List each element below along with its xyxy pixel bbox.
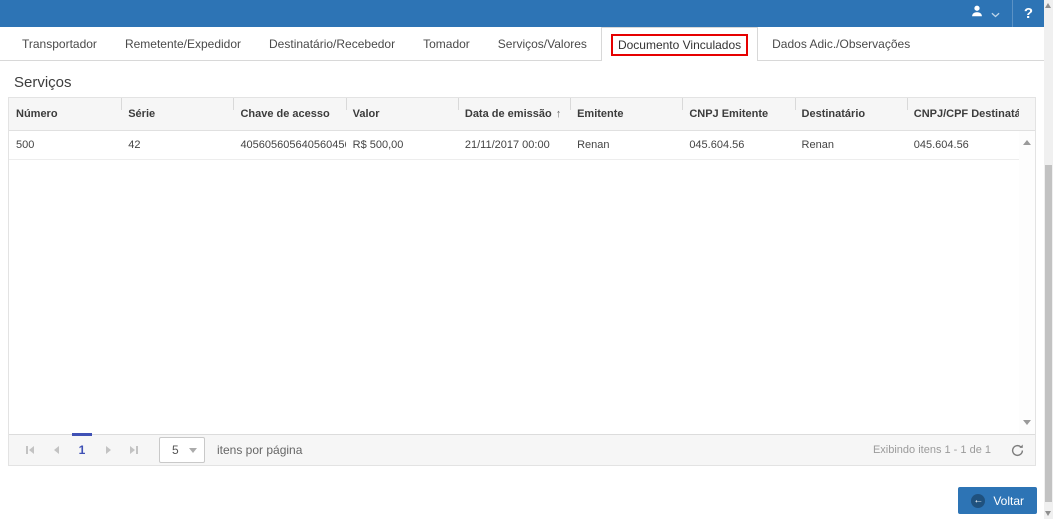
cell-chave-de-acesso: 40560560564056045640650... — [240, 139, 345, 151]
highlight-annotation-box: Documento Vinculados — [610, 33, 749, 56]
column-header-serie[interactable]: Série — [121, 98, 233, 130]
column-header-destinatario[interactable]: Destinatário — [794, 98, 907, 130]
scroll-up-icon[interactable] — [1023, 140, 1031, 145]
back-icon: ← — [971, 493, 986, 508]
tab-destinatario-recebedor[interactable]: Destinatário/Recebedor — [255, 27, 409, 60]
prev-page-icon — [53, 446, 59, 454]
cell-cnpj-emitente: 045.604.56 — [689, 139, 745, 151]
tab-transportador[interactable]: Transportador — [8, 27, 111, 60]
pager-first-button[interactable] — [17, 438, 43, 462]
grid-header-scrollbar-spacer — [1018, 98, 1035, 130]
scroll-up-icon[interactable] — [1045, 3, 1051, 8]
column-header-numero[interactable]: Número — [9, 98, 121, 130]
column-header-data-de-emissao[interactable]: Data de emissão ↑ — [457, 98, 570, 130]
scrollbar-thumb[interactable] — [1045, 165, 1052, 502]
cell-numero: 500 — [16, 139, 35, 151]
cell-destinatario: Renan — [801, 139, 834, 151]
tab-tomador[interactable]: Tomador — [409, 27, 484, 60]
pager-last-button[interactable] — [121, 438, 147, 462]
tab-remetente-expedidor[interactable]: Remetente/Expedidor — [111, 27, 255, 60]
pager-next-button[interactable] — [95, 438, 121, 462]
pager-page-1[interactable]: 1 — [69, 433, 95, 462]
column-header-cnpj-emitente[interactable]: CNPJ Emitente — [682, 98, 794, 130]
scroll-down-icon[interactable] — [1045, 511, 1051, 516]
chevron-down-icon — [189, 447, 197, 453]
next-page-icon — [105, 446, 111, 454]
cell-valor: R$ 500,00 — [352, 139, 404, 151]
refresh-button[interactable] — [1007, 440, 1027, 460]
section-title: Serviços — [14, 74, 72, 91]
sort-asc-icon: ↑ — [555, 108, 562, 120]
last-page-icon — [130, 446, 135, 454]
tab-servicos-valores[interactable]: Serviços/Valores — [484, 27, 601, 60]
grid-header-row: Número Série Chave de acesso Valor Data … — [9, 98, 1035, 131]
services-grid: Número Série Chave de acesso Valor Data … — [8, 97, 1036, 466]
user-icon — [970, 4, 984, 23]
column-header-valor[interactable]: Valor — [345, 98, 458, 130]
cell-serie: 42 — [128, 139, 141, 151]
cell-emitente: Renan — [577, 139, 610, 151]
user-menu-button[interactable] — [958, 0, 1012, 27]
refresh-icon — [1011, 444, 1023, 456]
cell-cnpj-cpf-destinatario: 045.604.56 — [913, 139, 969, 151]
pager-status: Exibindo itens 1 - 1 de 1 — [872, 444, 991, 456]
help-icon: ? — [1023, 5, 1034, 22]
help-button[interactable]: ? — [1012, 0, 1044, 27]
items-per-page-label: itens por página — [217, 443, 303, 457]
chevron-down-icon — [991, 5, 1000, 23]
tab-dados-adic-observacoes[interactable]: Dados Adic./Observações — [758, 27, 924, 60]
grid-vertical-scrollbar[interactable] — [1019, 131, 1035, 434]
top-navigation-bar: ? — [0, 0, 1044, 27]
pagination-bar: 1 5 itens por página Exibindo itens 1 - … — [9, 433, 1035, 465]
tab-documento-vinculados[interactable]: Documento Vinculados — [600, 27, 759, 61]
tabstrip: Transportador Remetente/Expedidor Destin… — [0, 27, 1044, 61]
pager-prev-button[interactable] — [43, 438, 69, 462]
screen: ? Transportador Remetente/Expedidor Dest… — [0, 0, 1053, 519]
page-vertical-scrollbar[interactable] — [1044, 0, 1053, 519]
grid-body: 500 42 40560560564056045640650... R$ 500… — [9, 131, 1035, 434]
table-row[interactable]: 500 42 40560560564056045640650... R$ 500… — [9, 131, 1019, 160]
back-button[interactable]: ← Voltar — [958, 487, 1037, 514]
cell-data-de-emissao: 21/11/2017 00:00 — [464, 139, 550, 151]
column-header-chave-de-acesso[interactable]: Chave de acesso — [233, 98, 345, 130]
column-header-cnpj-cpf-destinatario[interactable]: CNPJ/CPF Destinatário — [906, 98, 1019, 130]
column-header-emitente[interactable]: Emitente — [570, 98, 682, 130]
page-size-select[interactable]: 5 — [159, 437, 205, 463]
scroll-down-icon[interactable] — [1023, 420, 1031, 425]
first-page-icon — [29, 446, 34, 454]
